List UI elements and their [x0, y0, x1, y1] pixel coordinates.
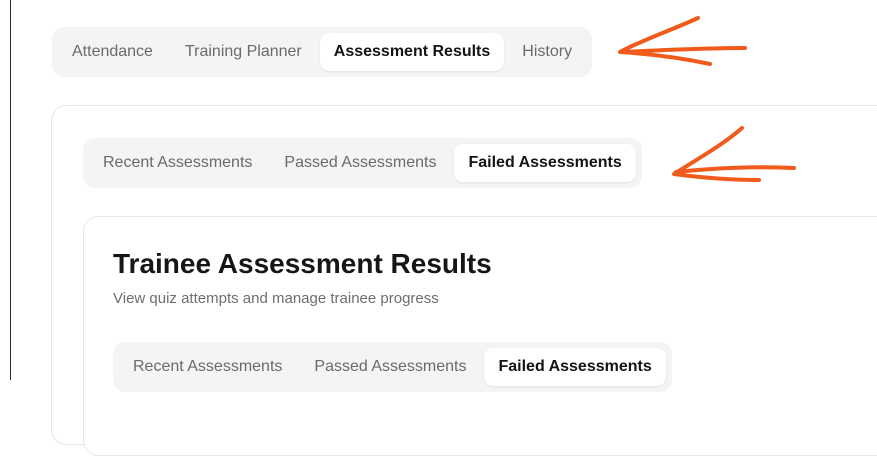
tab-recent-assessments[interactable]: Recent Assessments [89, 144, 266, 182]
tab-attendance[interactable]: Attendance [58, 33, 167, 71]
hand-drawn-arrow-icon [672, 126, 796, 182]
tab-failed-assessments[interactable]: Failed Assessments [454, 144, 636, 182]
filter-recent-assessments[interactable]: Recent Assessments [119, 348, 296, 386]
assessment-sub-tab-bar: Recent Assessments Passed Assessments Fa… [83, 138, 642, 188]
tab-history[interactable]: History [508, 33, 586, 71]
tab-assessment-results[interactable]: Assessment Results [319, 33, 505, 71]
window-edge-divider [10, 0, 11, 380]
card-subtitle: View quiz attempts and manage trainee pr… [113, 290, 439, 307]
card-title: Trainee Assessment Results [113, 248, 492, 279]
tab-training-planner[interactable]: Training Planner [171, 33, 316, 71]
filter-failed-assessments[interactable]: Failed Assessments [484, 348, 666, 386]
results-filter-tab-bar: Recent Assessments Passed Assessments Fa… [113, 342, 672, 392]
main-tab-bar: Attendance Training Planner Assessment R… [52, 27, 593, 77]
tab-passed-assessments[interactable]: Passed Assessments [270, 144, 450, 182]
hand-drawn-arrow-icon [618, 16, 747, 66]
filter-passed-assessments[interactable]: Passed Assessments [300, 348, 480, 386]
